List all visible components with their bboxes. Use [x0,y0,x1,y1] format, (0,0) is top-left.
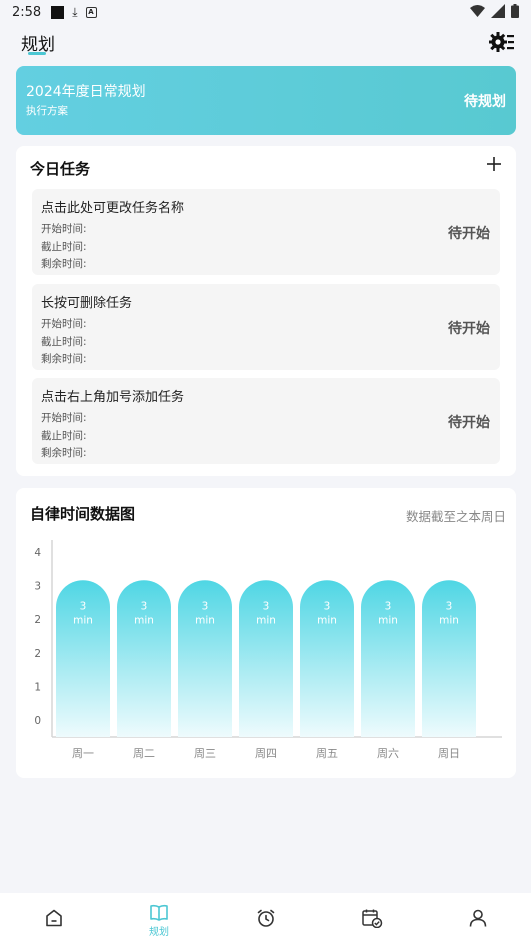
tasks-title: 今日任务 [30,160,91,178]
y-tick-label: 0 [34,715,41,727]
bar-unit-label: min [439,614,459,626]
plan-title: 2024年度日常规划 [26,84,146,100]
task-remaining-time: 剩余时间: [41,258,87,270]
plan-banner[interactable]: 2024年度日常规划 执行方案 待规划 [16,66,516,135]
download-icon: ⤓ [72,4,78,19]
task-item[interactable]: 点击此处可更改任务名称 开始时间: 截止时间: 剩余时间: 待开始 [32,189,500,275]
home-icon [46,909,62,927]
discipline-chart-card: 自律时间数据图 数据截至之本周日 0 1 2 2 3 4 3 min 周一 3 min 周二 3 min 周… [16,488,516,778]
bar-unit-label: min [256,614,276,626]
y-tick-label: 2 [34,648,41,660]
x-tick-label: 周四 [255,747,277,760]
x-tick-label: 周一 [72,747,94,760]
x-tick-label: 周二 [133,747,155,760]
battery-icon [511,4,519,18]
wifi-icon [470,4,485,17]
bar-value-label: 3 [202,600,209,612]
bar-unit-label: min [378,614,398,626]
book-icon [150,904,168,921]
task-remaining-time: 剩余时间: [41,353,87,365]
page-header: 规划 [0,26,531,60]
calendar-check-icon [362,909,383,928]
bar-chart: 0 1 2 2 3 4 3 min 周一 3 min 周二 3 min 周三 3 min 周四 3 min 周五 3 min… [34,540,502,760]
task-start-time: 开始时间: [41,412,87,424]
user-icon [469,909,487,927]
x-tick-label: 周五 [316,747,338,760]
signal-icon [491,4,505,18]
bottom-nav: 规划 [0,893,531,944]
status-bar: 2:58 ⤓ A [0,0,531,24]
task-status: 待开始 [448,415,490,431]
bar-value-label: 3 [141,600,148,612]
nav-home[interactable] [24,893,84,944]
y-tick-label: 1 [34,681,41,693]
x-tick-label: 周三 [194,747,216,760]
bar-value-label: 3 [263,600,270,612]
task-name: 长按可删除任务 [41,296,133,311]
a-box-icon: A [85,6,97,18]
task-name: 点击此处可更改任务名称 [41,201,185,216]
add-task-icon[interactable] [484,154,504,174]
nav-plan-label: 规划 [149,927,169,938]
x-tick-label: 周六 [377,747,399,760]
bar-unit-label: min [195,614,215,626]
nav-alarm[interactable] [236,893,296,944]
bar-unit-label: min [134,614,154,626]
nav-profile[interactable] [448,893,508,944]
task-item[interactable]: 长按可删除任务 开始时间: 截止时间: 剩余时间: 待开始 [32,284,500,370]
task-remaining-time: 剩余时间: [41,447,87,459]
y-tick-label: 3 [34,581,41,593]
status-time: 2:58 [12,4,42,20]
today-tasks-card: 今日任务 点击此处可更改任务名称 开始时间: 截止时间: 剩余时间: 待开始 长… [16,146,516,476]
title-underline [28,52,46,55]
plan-status: 待规划 [464,94,506,110]
bar-value-label: 3 [80,600,87,612]
y-tick-label: 4 [34,547,41,559]
task-name: 点击右上角加号添加任务 [41,390,185,405]
task-end-time: 截止时间: [41,241,87,253]
bar-value-label: 3 [324,600,331,612]
settings-list-icon[interactable] [488,30,514,54]
y-tick-label: 2 [34,614,41,626]
task-item[interactable]: 点击右上角加号添加任务 开始时间: 截止时间: 剩余时间: 待开始 [32,378,500,464]
plan-subtitle: 执行方案 [26,105,68,117]
task-start-time: 开始时间: [41,318,87,330]
alarm-clock-icon [257,909,275,927]
bar-value-label: 3 [446,600,453,612]
nav-plan[interactable]: 规划 [129,893,189,944]
task-status: 待开始 [448,321,490,337]
task-end-time: 截止时间: [41,430,87,442]
bar-unit-label: min [317,614,337,626]
task-end-time: 截止时间: [41,336,87,348]
notification-square-icon [51,5,65,19]
bar-value-label: 3 [385,600,392,612]
task-start-time: 开始时间: [41,223,87,235]
nav-calendar[interactable] [342,893,402,944]
task-status: 待开始 [448,226,490,242]
x-tick-label: 周日 [438,747,460,760]
bar-unit-label: min [73,614,93,626]
